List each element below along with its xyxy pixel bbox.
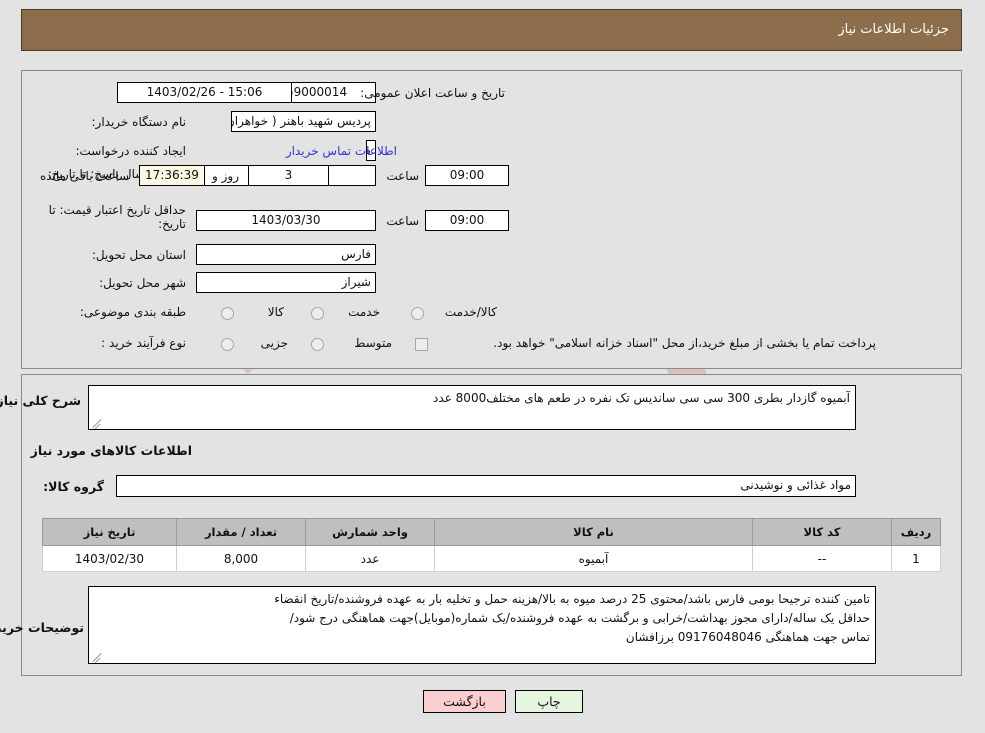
- reply-deadline-time-label: ساعت: [387, 169, 420, 183]
- delivery-province-value: فارس: [197, 244, 377, 265]
- cell-unit: عدد: [306, 545, 436, 572]
- reply-deadline-days-label: روز و: [213, 169, 240, 183]
- back-button[interactable]: بازگشت: [424, 690, 507, 713]
- buyer-org-value: پردیس شهید باهنر ( خواهران ): [232, 111, 377, 132]
- column-header-goods-code: کد کالا: [753, 518, 893, 546]
- category-option-kala-khedmat-label: کالا/خدمت: [445, 305, 498, 319]
- treasury-bonds-checkbox-label: پرداخت تمام یا بخشی از مبلغ خرید،از محل …: [494, 336, 877, 350]
- cell-quantity: 8,000: [177, 545, 307, 572]
- buyer-notes-line-3: تماس جهت هماهنگی 09176048046 برزافشان: [626, 630, 871, 644]
- table-row: 1 -- آبمیوه عدد 8,000 1403/02/30: [43, 545, 942, 572]
- goods-group-value: مواد غذائی و نوشیدنی: [117, 475, 857, 497]
- cell-need-date: 1403/02/30: [43, 545, 178, 572]
- goods-info-title: اطلاعات کالاهای مورد نیاز: [31, 443, 193, 458]
- delivery-province-label: استان محل تحویل:: [92, 248, 187, 262]
- delivery-city-value: شیراز: [197, 272, 377, 293]
- page-header: جزئیات اطلاعات نیاز: [22, 9, 963, 51]
- buyer-org-label: نام دستگاه خریدار:: [92, 115, 188, 129]
- need-summary-text: آبمیوه گازدار بطری 300 سی سی ساندیس تک ن…: [434, 391, 851, 405]
- category-option-kala-label: کالا: [268, 305, 285, 319]
- buyer-notes-line-2: حداقل یک ساله/دارای مجوز بهداشت/خرابی و …: [290, 611, 871, 625]
- category-radio-kala[interactable]: [222, 307, 235, 320]
- column-header-row-no: ردیف: [892, 518, 942, 546]
- goods-table: ردیف کد کالا نام کالا واحد شمارش تعداد /…: [43, 518, 942, 572]
- announce-datetime-value: 15:06 - 1403/02/26: [118, 82, 293, 103]
- category-radio-kala-khedmat[interactable]: [412, 307, 425, 320]
- page-title: جزئیات اطلاعات نیاز: [839, 22, 950, 37]
- reply-deadline-remaining: 17:36:39: [140, 165, 206, 186]
- price-validity-date: 1403/03/30: [197, 210, 377, 231]
- buyer-contact-info-link[interactable]: اطلاعات تماس خریدار: [287, 144, 398, 158]
- purchase-process-radio-jozii[interactable]: [222, 338, 235, 351]
- column-header-unit: واحد شمارش: [306, 518, 436, 546]
- print-button[interactable]: چاپ: [516, 690, 584, 713]
- cell-row-no: 1: [892, 545, 942, 572]
- cell-goods-code: --: [753, 545, 893, 572]
- treasury-bonds-checkbox[interactable]: [416, 338, 429, 351]
- price-validity-label: حداقل تاریخ اعتبار قیمت: تا تاریخ:: [49, 203, 187, 231]
- category-option-khedmat-label: خدمت: [349, 305, 381, 319]
- goods-group-label: گروه کالا:: [44, 479, 105, 494]
- buyer-notes-label: توضیحات خریدار:: [0, 620, 85, 635]
- cell-goods-name: آبمیوه: [435, 545, 754, 572]
- column-header-need-date: تاریخ نیاز: [43, 518, 178, 546]
- buyer-notes-textarea[interactable]: تامین کننده ترجیحا بومی فارس باشد/محتوی …: [89, 586, 877, 664]
- reply-deadline-remaining-label: ساعت باقی مانده: [40, 169, 130, 183]
- category-radio-khedmat[interactable]: [312, 307, 325, 320]
- table-header-row: ردیف کد کالا نام کالا واحد شمارش تعداد /…: [43, 518, 942, 546]
- price-validity-time-label: ساعت: [387, 214, 420, 228]
- price-validity-time: 09:00: [426, 210, 510, 231]
- resize-grip-icon[interactable]: [92, 416, 104, 428]
- resize-grip-icon[interactable]: [92, 650, 104, 662]
- purchase-process-option-jozii-label: جزیی: [261, 336, 289, 350]
- reply-deadline-days: 3: [249, 165, 330, 186]
- buyer-notes-line-1: تامین کننده ترجیحا بومی فارس باشد/محتوی …: [275, 592, 871, 606]
- purchase-process-radio-motevaset[interactable]: [312, 338, 325, 351]
- purchase-process-option-motevaset-label: متوسط: [355, 336, 393, 350]
- column-header-goods-name: نام کالا: [435, 518, 754, 546]
- purchase-process-label: نوع فرآیند خرید :: [102, 336, 187, 350]
- delivery-city-label: شهر محل تحویل:: [100, 276, 187, 290]
- need-summary-label: شرح کلی نیاز:: [0, 393, 82, 408]
- reply-deadline-time: 09:00: [426, 165, 510, 186]
- request-creator-label: ایجاد کننده درخواست:: [76, 144, 187, 158]
- need-summary-textarea[interactable]: آبمیوه گازدار بطری 300 سی سی ساندیس تک ن…: [89, 385, 857, 430]
- column-header-quantity: تعداد / مقدار: [177, 518, 307, 546]
- category-label: طبقه بندی موضوعی:: [80, 305, 187, 319]
- announce-datetime-label: تاریخ و ساعت اعلان عمومی:: [361, 86, 506, 100]
